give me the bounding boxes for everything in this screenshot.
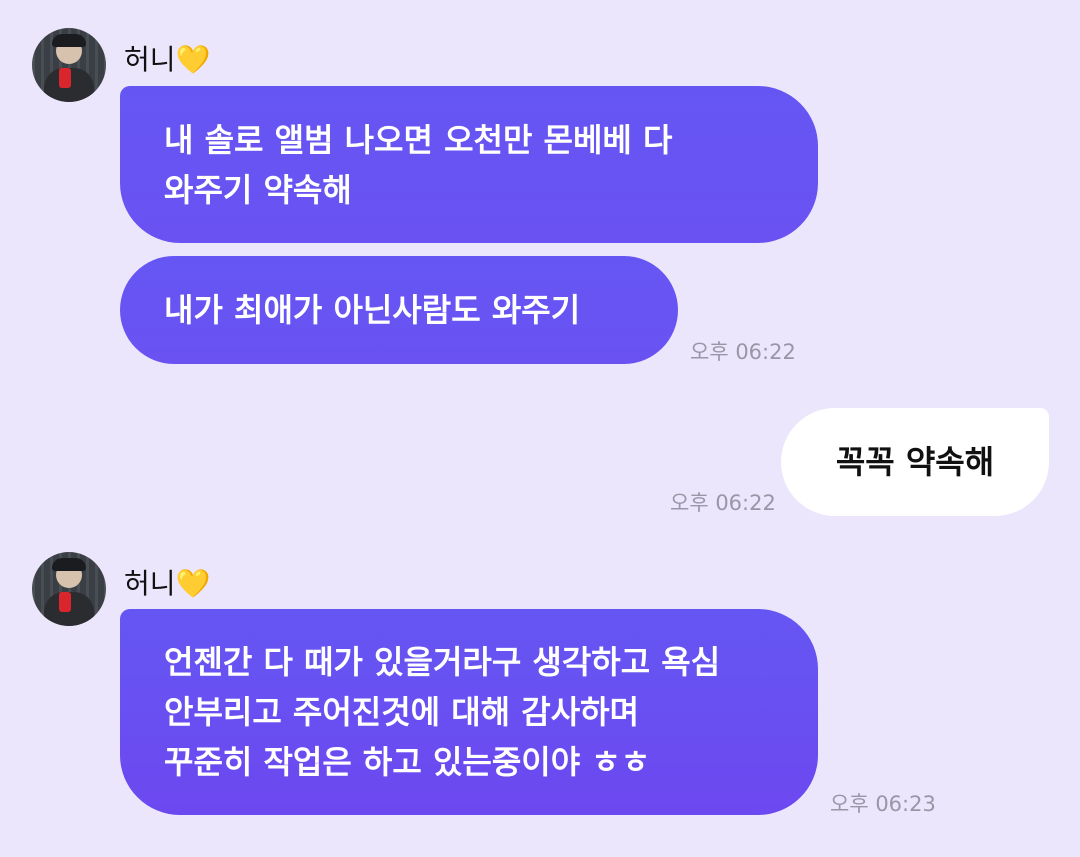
message-bubble-received[interactable]: 내 솔로 앨범 나오면 오천만 몬베베 다 와주기 약속해 — [120, 86, 818, 243]
message-timestamp: 오후 06:22 — [690, 340, 796, 364]
message-timestamp: 오후 06:23 — [830, 792, 936, 816]
message-line: 와주기 약속해 — [164, 170, 352, 209]
message-line: 내 솔로 앨범 나오면 오천만 몬베베 다 — [164, 120, 673, 159]
message-line: 내가 최애가 아닌사람도 와주기 — [164, 291, 581, 329]
message-line: 꾸준히 작업은 하고 있는중이야 ㅎㅎ — [164, 743, 651, 781]
sender-avatar[interactable] — [32, 28, 106, 102]
sender-name: 허니💛 — [124, 567, 211, 600]
message-timestamp: 오후 06:22 — [670, 491, 776, 515]
message-line: 안부리고 주어진것에 대해 감사하며 — [164, 693, 640, 731]
message-bubble-received[interactable]: 내가 최애가 아닌사람도 와주기 — [120, 256, 678, 364]
message-bubble-received[interactable]: 언젠간 다 때가 있을거라구 생각하고 욕심 안부리고 주어진것에 대해 감사하… — [120, 609, 818, 815]
sender-avatar[interactable] — [32, 552, 106, 626]
message-line: 언젠간 다 때가 있을거라구 생각하고 욕심 — [164, 643, 721, 681]
message-bubble-sent[interactable]: 꼭꼭 약속해 — [781, 408, 1049, 516]
message-line: 꼭꼭 약속해 — [835, 443, 995, 481]
sender-name: 허니💛 — [124, 43, 211, 76]
